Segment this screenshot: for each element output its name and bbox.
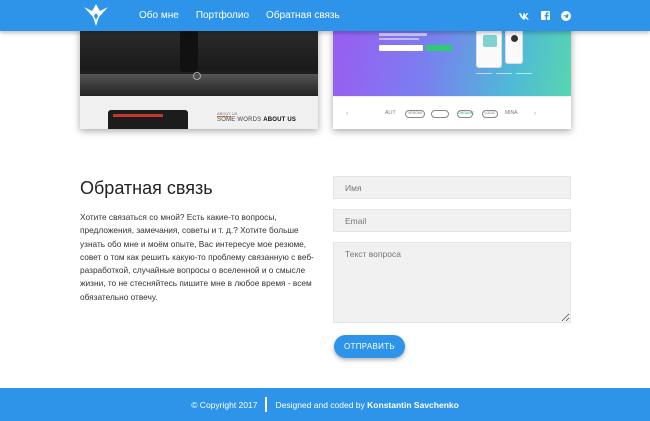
about-heading-prefix: SOME WORDS (217, 117, 264, 123)
portfolio-card-2-subline (379, 38, 419, 40)
portfolio-card-2-stat (496, 73, 512, 81)
portfolio-card-1-figure (180, 28, 198, 72)
laptop-image (108, 110, 188, 129)
portfolio-card-2-hero (333, 28, 571, 96)
portfolio-card-2-mock-button (426, 45, 452, 51)
play-circle-icon (193, 72, 201, 80)
nav-item-portfolio[interactable]: Портфолио (196, 10, 249, 21)
nav-item-about[interactable]: Обо мне (139, 10, 179, 21)
portfolio-card-2-stat (476, 73, 492, 81)
name-field[interactable] (333, 176, 571, 199)
credit-prefix: Designed and coded by (275, 399, 365, 410)
laptop-screen-bar (113, 114, 163, 117)
portfolio-card-2-mock-input (379, 45, 423, 51)
author-name: Konstantin Savchenko (367, 399, 459, 410)
nav-item-feedback[interactable]: Обратная связь (266, 10, 340, 21)
phone-mockup-1 (476, 28, 502, 68)
chevron-left-icon: ‹ (346, 111, 348, 117)
main-nav: Обо мне Портфолио Обратная связь (139, 0, 357, 31)
vk-icon[interactable] (519, 11, 529, 21)
footer-divider (265, 397, 268, 412)
chevron-right-icon: › (534, 111, 536, 117)
about-heading-bold: ABOUT US (263, 117, 297, 123)
partner-logo: VEROMI (405, 110, 425, 118)
site-footer: © Copyright 2017 Designed and coded by K… (0, 388, 650, 421)
social-links (508, 0, 571, 31)
contact-title: Обратная связь (80, 178, 213, 198)
site-header: Обо мне Портфолио Обратная связь (0, 0, 650, 31)
portfolio-card-2-headline (379, 33, 427, 36)
telegram-icon[interactable] (561, 10, 571, 21)
partner-logo: LOGIC (482, 110, 498, 118)
phone-mockup-2 (505, 28, 523, 64)
copyright-text: © Copyright 2017 (191, 399, 258, 410)
email-field[interactable] (333, 209, 571, 232)
partner-logo: ALIT (385, 110, 396, 116)
portfolio-card-1-about-heading: SOME WORDS ABOUT US (217, 117, 296, 123)
partner-logo: ORGANIC (457, 110, 474, 118)
winged-bird-icon[interactable] (83, 4, 109, 27)
partner-logo: MINA (505, 110, 518, 116)
contact-description: Хотите связаться со мной? Есть какие-то … (80, 212, 314, 302)
portfolio-card-1[interactable]: ABOUT US SOME WORDS ABOUT US (80, 28, 318, 129)
question-textarea[interactable] (333, 242, 571, 323)
submit-button[interactable]: ОТПРАВИТЬ (334, 335, 405, 358)
facebook-icon[interactable] (540, 11, 550, 21)
portfolio-card-2-stat (516, 73, 532, 81)
partner-logo (431, 110, 449, 118)
portfolio-card-2[interactable]: ‹ › ALIT VEROMI ORGANIC LOGIC MINA (333, 28, 571, 129)
